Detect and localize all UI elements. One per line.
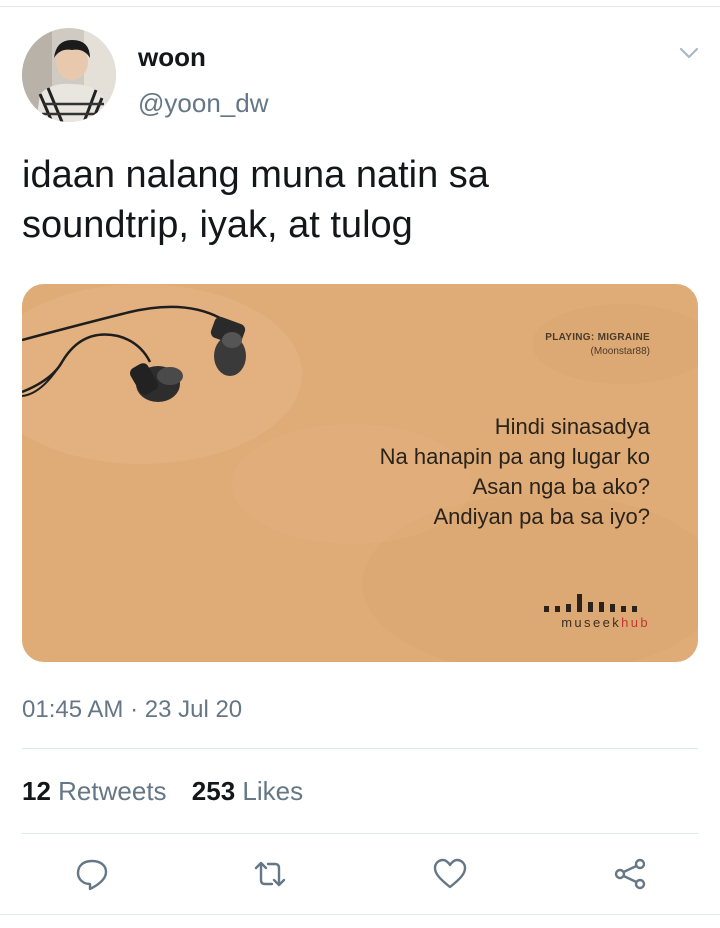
lyrics-block: Hindi sinasadya Na hanapin pa ang lugar …: [380, 412, 650, 532]
retweets-stat[interactable]: 12 Retweets: [22, 776, 167, 806]
heart-icon[interactable]: [432, 856, 468, 892]
brand-name: museekhub: [561, 615, 650, 630]
divider: [22, 833, 698, 834]
tweet-header: woon @yoon_dw: [22, 28, 702, 122]
lyric-line: Hindi sinasadya: [494, 414, 650, 439]
brand-name-part: museek: [561, 615, 622, 630]
brand-logo: museekhub: [542, 590, 650, 630]
artist-label: (Moonstar88): [590, 346, 650, 357]
top-divider: [0, 6, 720, 7]
retweets-count: 12: [22, 776, 51, 806]
tweet-text: idaan nalang muna natin sa soundtrip, iy…: [22, 150, 702, 250]
lyric-line: Andiyan pa ba sa iyo?: [433, 504, 651, 529]
likes-label: Likes: [242, 776, 304, 806]
user-handle[interactable]: @yoon_dw: [138, 88, 268, 119]
action-bar: [22, 850, 698, 898]
now-playing-label: PLAYING: MIGRAINE: [545, 332, 650, 343]
bottom-divider: [0, 914, 720, 915]
likes-stat[interactable]: 253 Likes: [192, 776, 303, 806]
share-icon[interactable]: [612, 856, 648, 892]
tweet-media-image[interactable]: PLAYING: MIGRAINE (Moonstar88) Hindi sin…: [22, 284, 698, 662]
retweets-label: Retweets: [58, 776, 167, 806]
equalizer-bars-icon: [544, 594, 637, 612]
divider: [22, 748, 698, 749]
tweet-timestamp[interactable]: 01:45 AM · 23 Jul 20: [22, 696, 242, 724]
chevron-down-icon[interactable]: [676, 40, 702, 66]
reply-icon[interactable]: [74, 856, 110, 892]
avatar[interactable]: [22, 28, 116, 122]
likes-count: 253: [191, 776, 236, 806]
lyric-line: Na hanapin pa ang lugar ko: [379, 444, 650, 469]
retweet-icon[interactable]: [252, 856, 288, 892]
engagement-stats: 12 Retweets 253 Likes: [22, 776, 321, 807]
tweet-text-line: soundtrip, iyak, at tulog: [22, 204, 413, 246]
brand-name-accent: hub: [621, 615, 650, 630]
lyric-line: Asan nga ba ako?: [472, 474, 650, 499]
tweet-text-line: idaan nalang muna natin sa: [22, 154, 489, 196]
display-name[interactable]: woon: [138, 42, 206, 73]
